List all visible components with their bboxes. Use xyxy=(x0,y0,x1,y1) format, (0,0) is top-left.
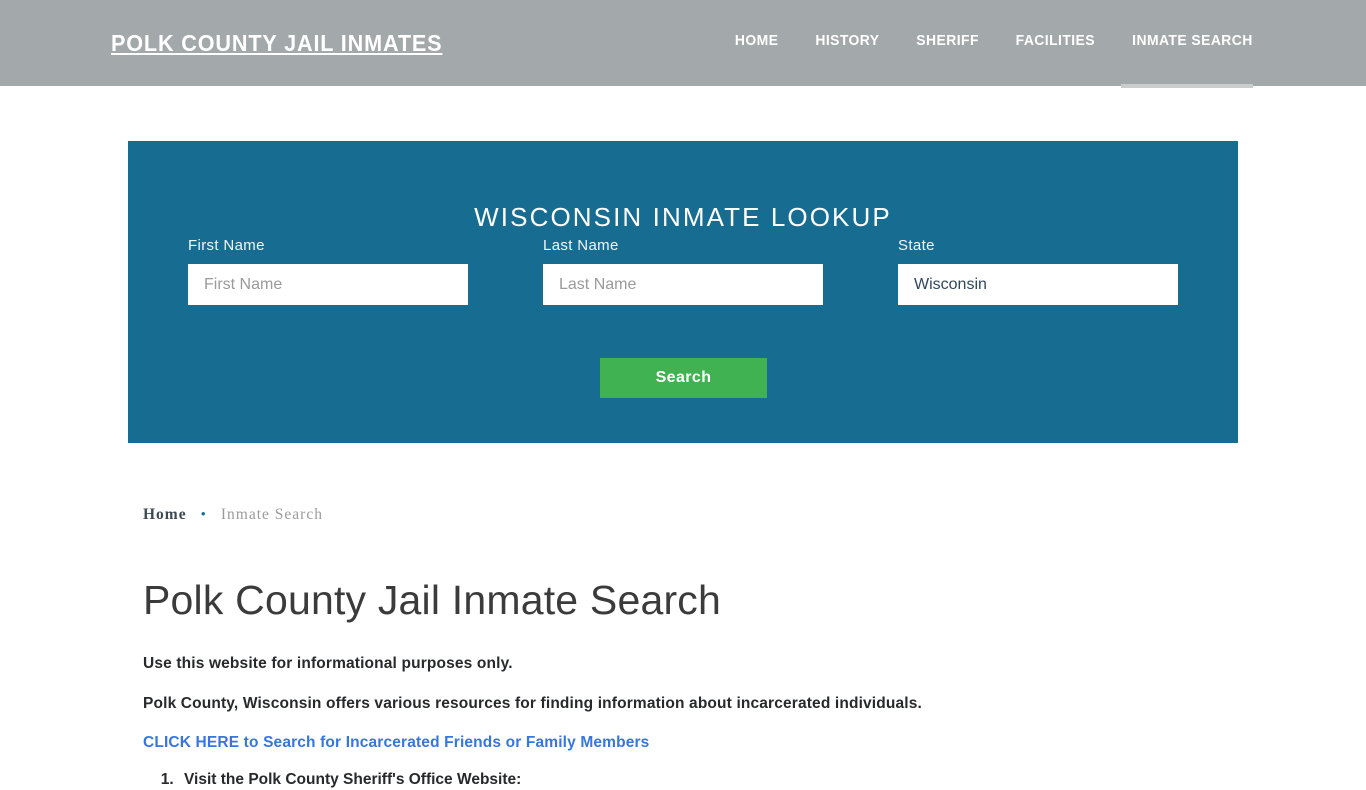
state-label: State xyxy=(898,237,935,254)
state-input[interactable] xyxy=(898,264,1178,305)
first-name-label: First Name xyxy=(188,237,265,254)
last-name-field-group: Last Name xyxy=(543,237,823,305)
page-title: Polk County Jail Inmate Search xyxy=(143,577,721,623)
nav-item-history[interactable]: HISTORY xyxy=(799,31,896,51)
main-content: Polk County Jail Inmate Search Use this … xyxy=(143,575,1243,790)
nav-item-inmate-search[interactable]: INMATE SEARCH xyxy=(1116,31,1253,51)
intro-paragraph-1: Use this website for informational purpo… xyxy=(143,655,513,672)
breadcrumb: Home • Inmate Search xyxy=(143,506,323,524)
search-button[interactable]: Search xyxy=(600,358,767,398)
steps-list: Visit the Polk County Sheriff's Office W… xyxy=(143,769,1243,790)
site-brand-logo[interactable]: POLK COUNTY JAIL INMATES xyxy=(111,29,442,57)
incarcerated-search-link[interactable]: CLICK HERE to Search for Incarcerated Fr… xyxy=(143,734,1243,752)
site-header: POLK COUNTY JAIL INMATES HOME HISTORY SH… xyxy=(0,0,1366,88)
nav-item-home[interactable]: HOME xyxy=(719,31,795,51)
nav-item-facilities[interactable]: FACILITIES xyxy=(999,31,1111,51)
state-field-group: State xyxy=(898,237,1178,305)
breadcrumb-home-link[interactable]: Home xyxy=(143,506,187,524)
last-name-input[interactable] xyxy=(543,264,823,305)
list-item: Visit the Polk County Sheriff's Office W… xyxy=(178,769,1243,790)
first-name-field-group: First Name xyxy=(188,237,468,305)
main-navigation: HOME HISTORY SHERIFF FACILITIES INMATE S… xyxy=(717,31,1256,51)
nav-item-sheriff[interactable]: SHERIFF xyxy=(900,31,995,51)
nav-active-indicator xyxy=(1121,84,1253,88)
lookup-panel-title: WISCONSIN INMATE LOOKUP xyxy=(474,201,892,232)
intro-paragraph-2: Polk County, Wisconsin offers various re… xyxy=(143,695,922,712)
breadcrumb-current-page: Inmate Search xyxy=(220,506,323,523)
inmate-lookup-panel: WISCONSIN INMATE LOOKUP First Name Last … xyxy=(128,141,1238,443)
last-name-label: Last Name xyxy=(543,237,619,254)
breadcrumb-separator-icon: • xyxy=(200,506,207,523)
first-name-input[interactable] xyxy=(188,264,468,305)
